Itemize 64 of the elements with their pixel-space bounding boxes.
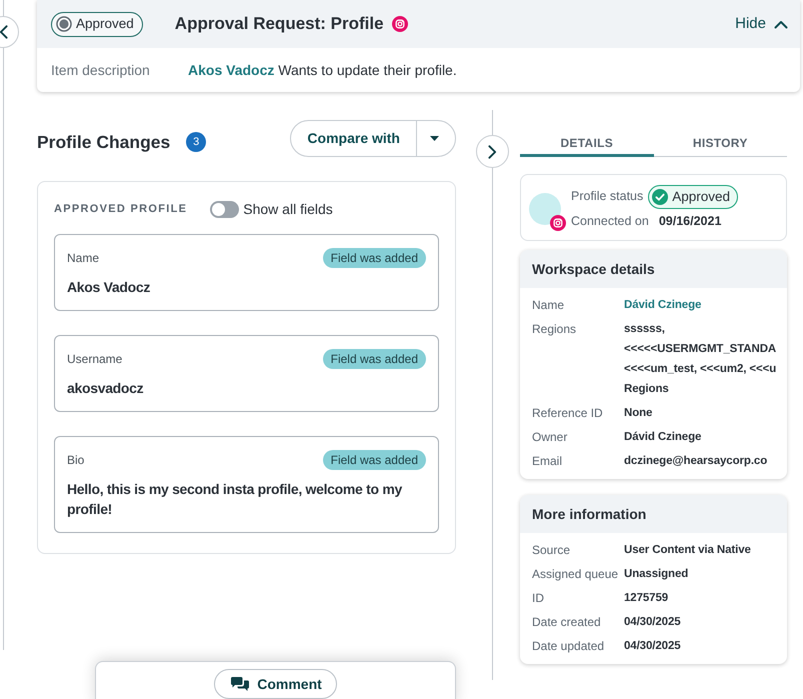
author-link[interactable]: Akos Vadocz (188, 62, 274, 78)
tab[interactable]: HISTORY (654, 120, 787, 157)
chat-icon (231, 676, 250, 692)
field-label: Owner (532, 429, 568, 446)
camera-icon (392, 16, 408, 32)
camera-icon (550, 214, 566, 230)
field-label: Email (532, 453, 564, 470)
chevron-left-icon (0, 25, 8, 39)
field-label: Profile status (571, 188, 644, 206)
status-tag: Field was added (322, 450, 426, 470)
field-value: 1275759 (624, 591, 668, 606)
field-value: 09/16/2021 (658, 212, 722, 230)
field-value: Regions (624, 382, 670, 397)
description-text: Akos Vadocz Wants to update their profile. (188, 60, 457, 80)
field-label: Date created (532, 614, 602, 631)
chevron-right-icon (488, 144, 497, 158)
field-label: Source (532, 542, 572, 559)
field-value: <<<<<USERMGMT_STANDA (624, 342, 776, 357)
section-label: APPROVED PROFILE (54, 202, 188, 217)
field-label: Regions (532, 321, 578, 338)
expand-button[interactable] (476, 135, 509, 168)
field-label: Connected on (571, 212, 649, 230)
request-title: Approval Request: Profile (174, 13, 384, 36)
caret-icon (430, 136, 438, 140)
field-value: 04/30/2025 (624, 615, 681, 630)
field-label: Username (67, 351, 122, 368)
check-circle-icon (652, 188, 668, 205)
toggle-switch[interactable] (210, 200, 240, 218)
field-label: Item description (51, 60, 151, 80)
avatar-icon (529, 192, 561, 224)
tab[interactable]: DETAILS (520, 120, 654, 157)
hide-button[interactable]: Hide (735, 10, 788, 38)
field-value: dczinege@hearsaycorp.co (624, 454, 768, 469)
status-badge: Approved (51, 12, 143, 36)
radio-icon (56, 16, 72, 32)
card-header: More information (520, 495, 787, 533)
field-value: Unassigned (624, 567, 688, 582)
comment-button[interactable]: Comment (214, 669, 337, 699)
field-label: Name (67, 250, 100, 267)
status-tag: Field was added (322, 349, 426, 369)
field-value: Dávid Czinege (624, 430, 702, 445)
count-badge: 3 (186, 132, 206, 152)
status-badge: Approved (648, 184, 738, 209)
compare-button[interactable]: Compare with (290, 120, 417, 156)
toggle-label: Show all fields (243, 200, 333, 218)
field-value: Akos Vadocz (67, 278, 152, 297)
field-label: Assigned queue (532, 566, 620, 583)
field-value: Hello, this is my second insta profile, welcome to my profile! (67, 480, 404, 519)
chevron-up-icon (774, 20, 788, 28)
field-label: ID (532, 590, 545, 607)
field-label: Reference ID (532, 405, 604, 422)
field-value: User Content via Native (624, 543, 751, 558)
field-value: ssssss, (624, 322, 666, 337)
field-label: Date updated (532, 638, 606, 655)
field-label: Bio (67, 452, 84, 469)
field-value: None (624, 406, 652, 421)
section-title: Profile Changes (37, 130, 170, 154)
status-tag: Field was added (322, 248, 426, 268)
field-label: Name (532, 297, 566, 314)
field-value: 04/30/2025 (624, 639, 681, 654)
card-header: Workspace details (520, 250, 787, 288)
owner-link[interactable]: Dávid Czinege (624, 295, 702, 315)
field-value: akosvadocz (67, 379, 144, 398)
field-value: <<<<um_test, <<<um2, <<<u (624, 362, 776, 377)
